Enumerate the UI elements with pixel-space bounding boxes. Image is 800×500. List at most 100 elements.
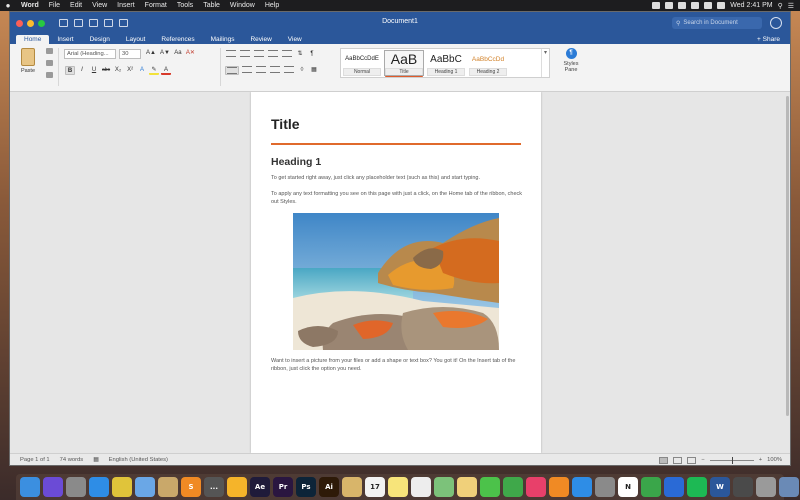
- page-count[interactable]: Page 1 of 1: [20, 457, 50, 463]
- app-menu[interactable]: Word: [16, 2, 44, 9]
- tab-insert[interactable]: Insert: [49, 35, 81, 44]
- calendar-icon[interactable]: 17: [365, 477, 385, 497]
- bold-button[interactable]: B: [65, 66, 75, 75]
- tab-review[interactable]: Review: [242, 35, 279, 44]
- zoom-slider[interactable]: [709, 456, 754, 464]
- doc-paragraph[interactable]: Want to insert a picture from your files…: [271, 358, 526, 373]
- downloads-icon[interactable]: [779, 477, 799, 497]
- align-center-icon[interactable]: [241, 66, 253, 75]
- web-layout-view-button[interactable]: [673, 456, 683, 464]
- decrease-indent-icon[interactable]: [267, 50, 279, 59]
- underline-button[interactable]: U: [89, 66, 99, 75]
- reminders-icon[interactable]: [411, 477, 431, 497]
- shading-icon[interactable]: ◊: [297, 66, 307, 75]
- menu-table[interactable]: Table: [198, 2, 225, 9]
- menu-view[interactable]: View: [87, 2, 112, 9]
- app-icon-dark[interactable]: [733, 477, 753, 497]
- multilevel-list-icon[interactable]: [253, 50, 265, 59]
- shrink-font-icon[interactable]: A▼: [159, 49, 171, 58]
- font-size-dropdown[interactable]: 30: [119, 49, 141, 59]
- menu-window[interactable]: Window: [225, 2, 260, 9]
- status-app-icon[interactable]: [665, 2, 674, 9]
- sketch-icon[interactable]: [227, 477, 247, 497]
- maps-icon[interactable]: [434, 477, 454, 497]
- scrollbar-thumb[interactable]: [786, 96, 789, 416]
- copy-icon[interactable]: [46, 60, 53, 66]
- minimize-window-button[interactable]: [27, 19, 34, 27]
- tab-home[interactable]: Home: [16, 35, 50, 44]
- show-formatting-icon[interactable]: ¶: [307, 50, 317, 59]
- sidebar-toggle-icon[interactable]: [59, 19, 68, 27]
- format-painter-icon[interactable]: [46, 72, 53, 78]
- proofing-icon[interactable]: ▦: [93, 457, 98, 463]
- text-effects-icon[interactable]: A: [137, 66, 147, 75]
- font-color-icon[interactable]: A: [161, 66, 172, 75]
- wifi-icon[interactable]: [704, 2, 713, 9]
- menu-insert[interactable]: Insert: [112, 2, 140, 9]
- menu-help[interactable]: Help: [260, 2, 284, 9]
- clear-formatting-icon[interactable]: A✕: [185, 49, 196, 58]
- zoom-out-button[interactable]: −: [701, 457, 704, 463]
- launchpad-icon[interactable]: [66, 477, 86, 497]
- sublime-icon[interactable]: S: [181, 477, 201, 497]
- zoom-in-button[interactable]: +: [759, 457, 762, 463]
- undo-icon[interactable]: [89, 19, 98, 27]
- menu-tools[interactable]: Tools: [172, 2, 198, 9]
- cut-icon[interactable]: [46, 48, 53, 54]
- styles-pane-button[interactable]: ¶ Styles Pane: [558, 48, 584, 73]
- zoom-level[interactable]: 100%: [767, 457, 782, 463]
- italic-button[interactable]: I: [77, 66, 87, 75]
- finder-icon[interactable]: [20, 477, 40, 497]
- menu-edit[interactable]: Edit: [65, 2, 87, 9]
- grow-font-icon[interactable]: A▲: [145, 49, 157, 58]
- mail-icon[interactable]: [135, 477, 155, 497]
- search-in-document-field[interactable]: ⚲ Search in Document: [672, 17, 762, 29]
- bluetooth-icon[interactable]: [691, 2, 700, 9]
- print-icon[interactable]: [119, 19, 128, 27]
- justify-icon[interactable]: [269, 66, 281, 75]
- share-button[interactable]: + Share: [747, 35, 790, 44]
- zoom-slider-knob[interactable]: [731, 456, 733, 464]
- photos-icon[interactable]: [457, 477, 477, 497]
- sort-icon[interactable]: ⇅: [295, 50, 305, 59]
- increase-indent-icon[interactable]: [281, 50, 293, 59]
- language[interactable]: English (United States): [109, 457, 168, 463]
- change-case-icon[interactable]: Aa: [173, 49, 183, 58]
- tab-design[interactable]: Design: [82, 35, 118, 44]
- tab-mailings[interactable]: Mailings: [203, 35, 243, 44]
- siri-icon[interactable]: [43, 477, 63, 497]
- doc-heading-1[interactable]: Heading 1: [271, 156, 321, 168]
- bullets-icon[interactable]: [225, 50, 237, 59]
- after-effects-icon[interactable]: Ae: [250, 477, 270, 497]
- beach-rocks-photo[interactable]: [293, 213, 499, 350]
- app-icon-gray[interactable]: [756, 477, 776, 497]
- system-preferences-icon[interactable]: [595, 477, 615, 497]
- messages-icon[interactable]: [480, 477, 500, 497]
- tab-layout[interactable]: Layout: [118, 35, 154, 44]
- app-store-icon[interactable]: [572, 477, 592, 497]
- spotlight-icon[interactable]: ⚲: [778, 2, 783, 10]
- menu-file[interactable]: File: [44, 2, 65, 9]
- photoshop-icon[interactable]: Ps: [296, 477, 316, 497]
- facetime-icon[interactable]: [503, 477, 523, 497]
- chrome-icon[interactable]: [112, 477, 132, 497]
- preview-icon[interactable]: [158, 477, 178, 497]
- notion-icon[interactable]: N: [618, 477, 638, 497]
- books-icon[interactable]: [549, 477, 569, 497]
- menu-format[interactable]: Format: [140, 2, 172, 9]
- line-spacing-icon[interactable]: [283, 66, 295, 75]
- paste-button[interactable]: Paste: [16, 48, 40, 74]
- subscript-button[interactable]: X₂: [113, 66, 123, 75]
- align-left-icon[interactable]: [225, 66, 239, 75]
- tab-references[interactable]: References: [153, 35, 202, 44]
- evernote-icon[interactable]: [641, 477, 661, 497]
- styles-more-icon[interactable]: ▾: [541, 49, 549, 77]
- strikethrough-button[interactable]: abc: [101, 66, 111, 75]
- style-title[interactable]: AaB Title: [384, 50, 424, 77]
- save-icon[interactable]: [74, 19, 83, 27]
- align-right-icon[interactable]: [255, 66, 267, 75]
- tab-view[interactable]: View: [280, 35, 310, 44]
- zoom-window-button[interactable]: [38, 19, 45, 27]
- battery-icon[interactable]: [717, 2, 726, 9]
- document-page[interactable]: Title Heading 1 To get started right awa…: [251, 92, 541, 453]
